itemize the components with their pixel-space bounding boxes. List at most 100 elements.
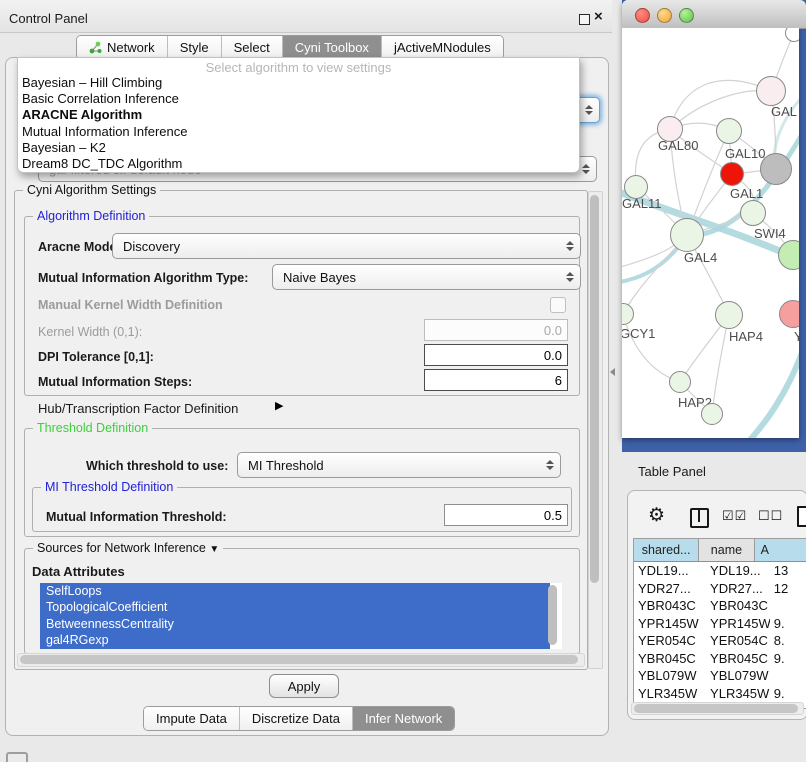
table-header: shared... name A xyxy=(634,539,806,562)
expander-arrow-icon[interactable]: ▶ xyxy=(275,399,283,412)
node-table[interactable]: shared... name A YDL19... YDL19... 13 YD… xyxy=(633,538,806,709)
column-header-shared-name[interactable]: shared... xyxy=(634,539,699,561)
tab-infer-network[interactable]: Infer Network xyxy=(353,707,454,730)
network-node-hap2[interactable] xyxy=(669,371,691,393)
table-row[interactable]: YBL079W YBL079W xyxy=(634,667,806,685)
mi-steps-input[interactable] xyxy=(424,369,568,391)
minimize-traffic-light[interactable] xyxy=(657,8,672,23)
checked-box-glyph: ☑ xyxy=(735,508,748,523)
settings-hscrollbar-thumb[interactable] xyxy=(20,655,578,664)
close-traffic-light[interactable] xyxy=(635,8,650,23)
algo-item-aracne[interactable]: ARACNE Algorithm xyxy=(18,107,579,123)
algorithm-dropdown-popup: Select algorithm to view settings Bayesi… xyxy=(17,57,580,173)
control-panel-title: Control Panel xyxy=(9,11,88,26)
table-row[interactable]: YPR145W YPR145W 9. xyxy=(634,615,806,633)
unchecked-box-glyph: ☐ xyxy=(771,508,784,523)
tab-discretize-data[interactable]: Discretize Data xyxy=(240,707,353,730)
splitter-collapse-icon[interactable] xyxy=(610,368,615,376)
network-node-label: Y xyxy=(794,329,799,344)
mi-threshold-label: Mutual Information Threshold: xyxy=(46,510,227,524)
zoom-traffic-light[interactable] xyxy=(679,8,694,23)
network-node-swi4[interactable] xyxy=(740,200,766,226)
float-window-icon[interactable] xyxy=(579,14,590,25)
tab-cyni-toolbox[interactable]: Cyni Toolbox xyxy=(283,36,382,59)
network-node-gal1[interactable] xyxy=(720,162,744,186)
select-all-checks-icon[interactable]: ☑☑ xyxy=(722,508,747,524)
column-header-name[interactable]: name xyxy=(699,539,754,561)
settings-vertical-scrollbar[interactable] xyxy=(588,191,603,669)
unchecked-box-glyph: ☐ xyxy=(758,508,771,523)
which-threshold-combo[interactable]: MI Threshold xyxy=(237,452,561,478)
network-view-frame: GALGAL80GAL10GAL1GAL11SWI4GAL4GCY1HAP4YH… xyxy=(622,0,806,452)
split-columns-icon[interactable] xyxy=(690,508,709,528)
collapsed-panel-widget[interactable] xyxy=(6,752,28,762)
deselect-all-checks-icon[interactable]: ☐☐ xyxy=(758,508,783,524)
gear-icon[interactable]: ⚙ xyxy=(648,504,665,527)
settings-horizontal-scrollbar[interactable] xyxy=(17,653,585,667)
mi-threshold-input[interactable] xyxy=(444,504,568,526)
algo-item-mutual-information[interactable]: Mutual Information Inference xyxy=(18,124,579,140)
table-hscrollbar-thumb[interactable] xyxy=(634,704,798,713)
tab-select[interactable]: Select xyxy=(222,36,283,59)
tab-style[interactable]: Style xyxy=(168,36,222,59)
sources-title-text: Sources for Network Inference xyxy=(37,541,206,555)
kernel-width-label: Kernel Width (0,1): xyxy=(38,325,142,339)
collapse-arrow-icon[interactable]: ▼ xyxy=(209,544,219,555)
sources-group-title[interactable]: Sources for Network Inference ▼ xyxy=(33,541,223,555)
network-node-gal10[interactable] xyxy=(716,118,742,144)
list-item-gal4rgexp[interactable]: gal4RGexp xyxy=(40,632,550,648)
control-panel-titlebar: Control Panel × xyxy=(0,0,612,33)
algo-item-basic-correlation[interactable]: Basic Correlation Inference xyxy=(18,91,579,107)
network-node[interactable] xyxy=(701,403,723,425)
aracne-mode-label: Aracne Mode: xyxy=(38,240,121,254)
combo-arrows-icon xyxy=(581,164,590,174)
algo-item-bayesian-hill-climbing[interactable]: Bayesian – Hill Climbing xyxy=(18,75,579,91)
dpi-tolerance-input[interactable] xyxy=(424,344,568,366)
network-node[interactable] xyxy=(760,153,792,185)
list-item-topologicalcoefficient[interactable]: TopologicalCoefficient xyxy=(40,599,550,615)
network-node-gal[interactable] xyxy=(756,76,786,106)
table-panel-title: Table Panel xyxy=(638,464,706,479)
tab-network[interactable]: Network xyxy=(77,36,168,59)
hub-definition-expander-label[interactable]: Hub/Transcription Factor Definition xyxy=(38,401,238,416)
network-node-gal4[interactable] xyxy=(670,218,704,252)
new-table-icon[interactable] xyxy=(797,506,806,527)
network-canvas[interactable]: GALGAL80GAL10GAL1GAL11SWI4GAL4GCY1HAP4YH… xyxy=(622,28,799,438)
bottom-tabs: Impute Data Discretize Data Infer Networ… xyxy=(143,706,455,731)
attributes-list-scrollbar[interactable] xyxy=(547,585,558,647)
table-row[interactable]: YBR043C YBR043C xyxy=(634,597,806,615)
tab-impute-data[interactable]: Impute Data xyxy=(144,707,240,730)
manual-kernel-checkbox[interactable] xyxy=(550,297,566,313)
table-row[interactable]: YDL19... YDL19... 13 xyxy=(634,562,806,580)
list-item-selfloops[interactable]: SelfLoops xyxy=(40,583,550,599)
table-horizontal-scrollbar[interactable] xyxy=(631,702,804,715)
aracne-mode-combo[interactable]: Discovery xyxy=(112,233,581,259)
settings-scrollbar-thumb[interactable] xyxy=(590,195,599,583)
mi-type-combo[interactable]: Naive Bayes xyxy=(272,264,581,290)
attributes-scrollbar-thumb[interactable] xyxy=(548,585,557,645)
tab-network-label: Network xyxy=(107,40,155,55)
column-header-partial[interactable]: A xyxy=(755,539,806,561)
table-row[interactable]: YDR27... YDR27... 12 xyxy=(634,580,806,598)
tab-jactivemnodules[interactable]: jActiveMNodules xyxy=(382,36,503,59)
mi-threshold-definition-title: MI Threshold Definition xyxy=(41,480,177,494)
table-row[interactable]: YBR045C YBR045C 9. xyxy=(634,650,806,668)
network-window-titlebar[interactable] xyxy=(622,0,806,29)
algo-item-dream8[interactable]: Dream8 DC_TDC Algorithm xyxy=(18,156,579,172)
list-item-betweennesscentrality[interactable]: BetweennessCentrality xyxy=(40,616,550,632)
table-row[interactable]: YLR345W YLR345W 9. xyxy=(634,685,806,703)
network-node-label: GAL10 xyxy=(725,146,765,161)
combo-arrows-icon xyxy=(565,241,574,251)
network-node-hap4[interactable] xyxy=(715,301,743,329)
network-node-y[interactable] xyxy=(779,300,799,328)
cyni-settings-group-title: Cyni Algorithm Settings xyxy=(23,183,160,197)
apply-button[interactable]: Apply xyxy=(269,674,339,698)
close-icon[interactable]: × xyxy=(594,8,603,25)
network-node-label: GAL11 xyxy=(622,196,662,211)
kernel-width-input[interactable] xyxy=(424,319,568,341)
aracne-mode-value: Discovery xyxy=(119,239,561,254)
data-attributes-list[interactable]: SelfLoops TopologicalCoefficient Between… xyxy=(40,583,562,649)
network-tab-icon xyxy=(89,41,102,54)
table-row[interactable]: YER054C YER054C 8. xyxy=(634,632,806,650)
algo-item-bayesian-k2[interactable]: Bayesian – K2 xyxy=(18,140,579,156)
